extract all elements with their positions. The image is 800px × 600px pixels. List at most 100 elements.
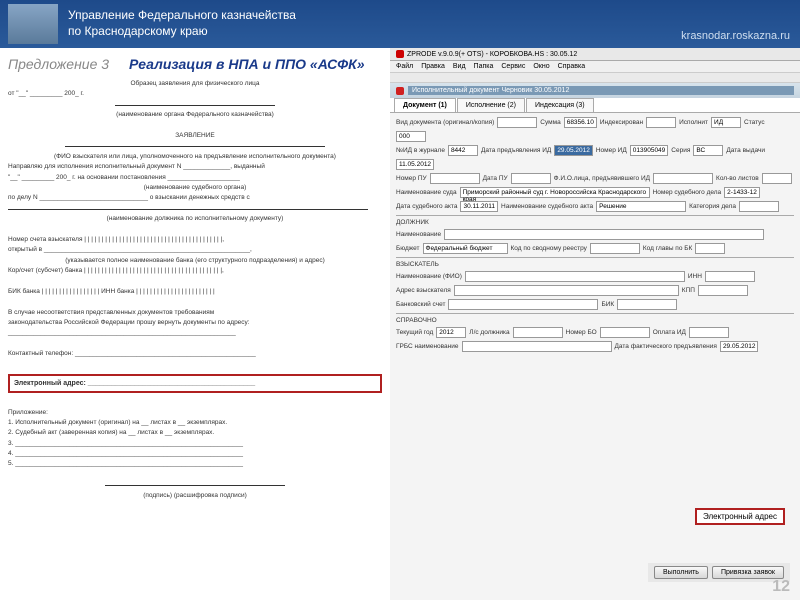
inp-adr[interactable] <box>454 285 679 296</box>
doc-acc1: Номер счета взыскателя | | | | | | | | |… <box>8 235 382 245</box>
doc-fio-hint: (ФИО взыскателя или лица, уполномоченног… <box>8 152 382 162</box>
doc-phone: Контактный телефон: ____________________… <box>8 349 382 359</box>
tabstrip[interactable]: Документ (1) Исполнение (2) Индексация (… <box>390 98 800 113</box>
inp-bank[interactable] <box>448 299 598 310</box>
doc-acc2: открытый в _____________________________… <box>8 245 382 255</box>
inp-sud[interactable]: Приморский районный суд г. Новороссийска… <box>460 187 650 198</box>
app-menubar[interactable]: Файл Правка Вид Папка Сервис Окно Справк… <box>390 61 800 73</box>
tab-index[interactable]: Индексация (3) <box>526 98 594 112</box>
inp-bik[interactable] <box>617 299 677 310</box>
menu-window[interactable]: Окно <box>533 63 549 70</box>
header-line1: Управление Федерального казначейства <box>68 8 296 24</box>
lbl-dpred: Дата предъявления ИД <box>481 147 551 154</box>
inp-opl[interactable] <box>689 327 729 338</box>
menu-service[interactable]: Сервис <box>501 63 525 70</box>
inp-kpp[interactable] <box>698 285 748 296</box>
lbl-ksr: Код по сводному реестру <box>511 245 587 252</box>
doc-sig: (подпись) (расшифровка подписи) <box>8 491 382 501</box>
lbl-nsd: Номер судебного дела <box>653 189 722 196</box>
inp-budj[interactable]: Федеральный бюджет <box>423 243 508 254</box>
doc-a4: 4. _____________________________________… <box>8 449 382 459</box>
doc-icon <box>396 87 404 95</box>
lbl-bank: Банковский счет <box>396 301 445 308</box>
doc-org-hint: (наименование органа Федерального казнач… <box>8 110 382 120</box>
lbl-ser: Серия <box>671 147 690 154</box>
page-title: Реализация в НПА и ППО «АСФК» <box>129 54 365 75</box>
app-screenshot: ZPRODE v.9.0.9(+ OTS) - КОРОБКОВА.НS : 3… <box>390 48 800 600</box>
lbl-budj: Бюджет <box>396 245 420 252</box>
app-sub-header: Исполнительный документ Черновик 30.05.2… <box>390 83 800 98</box>
lbl-index: Индексирован <box>600 119 643 126</box>
menu-edit[interactable]: Правка <box>421 63 445 70</box>
inp-nsd[interactable]: 2-1433-12 <box>724 187 760 198</box>
inp-kat[interactable] <box>739 201 779 212</box>
menu-view[interactable]: Вид <box>453 63 466 70</box>
inp-ksr[interactable] <box>590 243 640 254</box>
inp-nbo[interactable] <box>600 327 650 338</box>
email-highlight-box-2: Электронный адрес <box>695 508 785 525</box>
lbl-nbo: Номер БО <box>566 329 597 336</box>
inp-inn[interactable] <box>705 271 755 282</box>
header-logo <box>8 4 58 44</box>
inp-vfio[interactable] <box>465 271 685 282</box>
inp-tg[interactable]: 2012 <box>436 327 466 338</box>
tab-exec[interactable]: Исполнение (2) <box>457 98 525 112</box>
doc-ret1: В случае несоответствия представленных д… <box>8 308 382 318</box>
inp-grbs[interactable] <box>462 341 612 352</box>
lbl-fio: Ф.И.О.лица, предъявившего ИД <box>554 175 650 182</box>
inp-lsd[interactable] <box>513 327 563 338</box>
doc-att: Приложение: <box>8 408 382 418</box>
doc-a1: 1. Исполнительный документ (оригинал) на… <box>8 418 382 428</box>
doc-sud-hint: (наименование судебного органа) <box>8 183 382 193</box>
lbl-opl: Оплата ИД <box>653 329 686 336</box>
lbl-kpp: КПП <box>682 287 695 294</box>
inp-dsud[interactable]: 30.11.2011 <box>460 201 498 212</box>
doc-heading: ЗАЯВЛЕНИЕ <box>8 131 382 141</box>
inp-nidj[interactable]: 8442 <box>448 145 478 156</box>
inp-fio[interactable] <box>653 173 713 184</box>
lbl-status: Статус <box>744 119 765 126</box>
execute-button[interactable]: Выполнить <box>654 566 708 579</box>
lbl-vid: Вид документа (оригинал/копия) <box>396 119 494 126</box>
lbl-summa: Сумма <box>540 119 560 126</box>
lbl-dpu: Дата ПУ <box>483 175 508 182</box>
doc-bank-hint: (указывается полное наименование банка (… <box>8 256 382 266</box>
inp-summa[interactable]: 68356.10 <box>564 117 597 128</box>
lbl-sud: Наименование суда <box>396 189 457 196</box>
inp-status[interactable]: 000 <box>396 131 426 142</box>
inp-kgbk[interactable] <box>695 243 725 254</box>
inp-dvyd[interactable]: 11.05.2012 <box>396 159 434 170</box>
inp-npu[interactable] <box>430 173 480 184</box>
inp-naim[interactable] <box>444 229 764 240</box>
inp-ispol[interactable]: ИД <box>711 117 741 128</box>
lbl-tg: Текущий год <box>396 329 433 336</box>
doc-a5: 5. _____________________________________… <box>8 459 382 469</box>
lbl-kolvo: Кол-во листов <box>716 175 759 182</box>
header-url: krasnodar.roskazna.ru <box>681 30 790 42</box>
lbl-naim: Наименование <box>396 231 441 238</box>
lbl-vzys: ВЗЫСКАТЕЛЬ <box>396 261 439 268</box>
inp-vid[interactable] <box>497 117 537 128</box>
lbl-lsd: Л/с должника <box>469 329 509 336</box>
app-icon <box>396 50 404 58</box>
doc-l2: "__" _________ 200_ г. на основании пост… <box>8 173 382 183</box>
lbl-dolj: ДОЛЖНИК <box>396 219 429 226</box>
lbl-dsud: Дата судебного акта <box>396 203 457 210</box>
button-bar: Выполнить Привязка заявок <box>648 563 790 582</box>
inp-nid[interactable]: 013905049 <box>630 145 669 156</box>
tab-document[interactable]: Документ (1) <box>394 98 456 112</box>
doc-ret2: законодательства Российской Федерации пр… <box>8 318 382 328</box>
menu-file[interactable]: Файл <box>396 63 413 70</box>
inp-kolvo[interactable] <box>762 173 792 184</box>
doc-sample: Образец заявления для физического лица <box>8 79 382 89</box>
inp-dpred[interactable]: 29.05.2012 <box>554 145 593 156</box>
inp-ser[interactable]: ВС <box>693 145 723 156</box>
lbl-grbs: ГРБС наименование <box>396 343 459 350</box>
menu-folder[interactable]: Папка <box>474 63 494 70</box>
inp-dpu[interactable] <box>511 173 551 184</box>
chk-index[interactable] <box>646 117 676 128</box>
app-titlebar: ZPRODE v.9.0.9(+ OTS) - КОРОБКОВА.НS : 3… <box>390 48 800 61</box>
inp-naimSud[interactable]: Решение <box>596 201 686 212</box>
inp-dfp[interactable]: 29.05.2012 <box>720 341 759 352</box>
menu-help[interactable]: Справка <box>558 63 585 70</box>
